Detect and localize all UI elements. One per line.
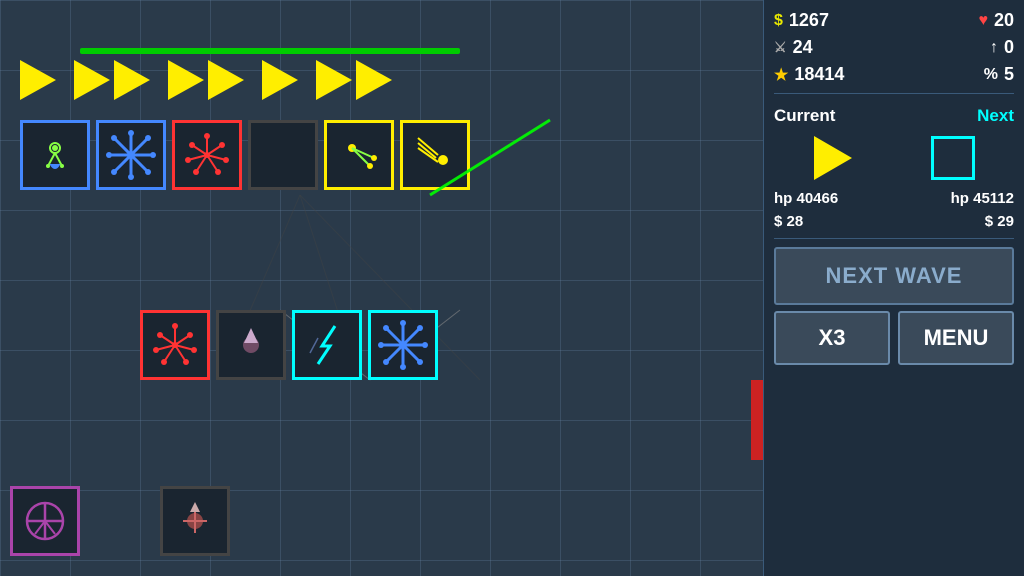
cost-current: $ 28	[774, 213, 803, 230]
heart-icon: ♥	[978, 12, 988, 30]
money-stat: $ 1267	[774, 10, 829, 31]
arrow-stat: ↑ 0	[990, 37, 1014, 58]
hp-row: hp 40466 hp 45112	[774, 190, 1014, 207]
stars-value: 18414	[794, 64, 844, 85]
cost-row: $ 28 $ 29	[774, 213, 1014, 230]
tower-water[interactable]	[20, 120, 90, 190]
next-wave-icon	[931, 136, 975, 180]
stats-row-3: ★ 18414 % 5	[774, 64, 1014, 85]
divider-2	[774, 238, 1014, 239]
tower-targeting[interactable]	[324, 120, 394, 190]
tower-empty[interactable]	[248, 120, 318, 190]
game-content	[0, 0, 763, 576]
hp-next: hp 45112	[951, 190, 1014, 207]
money-value: 1267	[789, 10, 829, 31]
arrow-value: 0	[1004, 37, 1014, 58]
stats-row-1: $ 1267 ♥ 20	[774, 10, 1014, 31]
hp-current: hp 40466	[774, 190, 838, 207]
dollar-icon: $	[774, 12, 783, 30]
tower-row-2	[140, 310, 438, 380]
health-bar	[80, 48, 460, 54]
enemy-triangle-double	[74, 60, 150, 100]
divider-1	[774, 93, 1014, 94]
stars-stat: ★ 18414	[774, 64, 844, 85]
next-label: Next	[977, 106, 1014, 126]
sword-value: 24	[793, 37, 813, 58]
sword-stat: ⚔ 24	[774, 37, 813, 58]
red-bar	[751, 380, 763, 460]
current-next-labels: Current Next	[774, 106, 1014, 126]
enemy-triangle-double2	[316, 60, 392, 100]
x3-button[interactable]: X3	[774, 311, 890, 365]
current-wave-icon	[814, 136, 852, 180]
star-icon: ★	[774, 65, 788, 85]
tower-splash[interactable]	[172, 120, 242, 190]
current-label: Current	[774, 106, 835, 126]
tower-arrow[interactable]	[216, 310, 286, 380]
enemy-triangle-1	[20, 60, 56, 100]
tower-freeze[interactable]	[96, 120, 166, 190]
hearts-stat: ♥ 20	[978, 10, 1014, 31]
game-area	[0, 0, 763, 576]
sword-icon: ⚔	[774, 39, 787, 56]
arrow-icon: ↑	[990, 39, 998, 57]
tower-freeze-2[interactable]	[368, 310, 438, 380]
bottom-buttons: X3 MENU	[774, 311, 1014, 365]
percent-icon: %	[984, 66, 998, 84]
next-wave-button[interactable]: NEXT WAVE	[774, 247, 1014, 305]
enemies-row	[20, 60, 392, 100]
tower-bottom-left[interactable]	[10, 486, 80, 556]
wave-icons	[774, 136, 1014, 180]
cost-next: $ 29	[985, 213, 1014, 230]
enemy-triangle-3	[262, 60, 298, 100]
percent-stat: % 5	[984, 64, 1014, 85]
menu-button[interactable]: MENU	[898, 311, 1014, 365]
hearts-value: 20	[994, 10, 1014, 31]
enemy-triangle-fast	[168, 60, 244, 100]
stats-row-2: ⚔ 24 ↑ 0	[774, 37, 1014, 58]
tower-row-1	[20, 120, 470, 190]
tower-sniper[interactable]	[400, 120, 470, 190]
percent-value: 5	[1004, 64, 1014, 85]
tower-splash-2[interactable]	[140, 310, 210, 380]
tower-bottom-mid[interactable]	[160, 486, 230, 556]
tower-lightning[interactable]	[292, 310, 362, 380]
right-panel: $ 1267 ♥ 20 ⚔ 24 ↑ 0 ★ 18414 % 5 Current…	[763, 0, 1024, 576]
